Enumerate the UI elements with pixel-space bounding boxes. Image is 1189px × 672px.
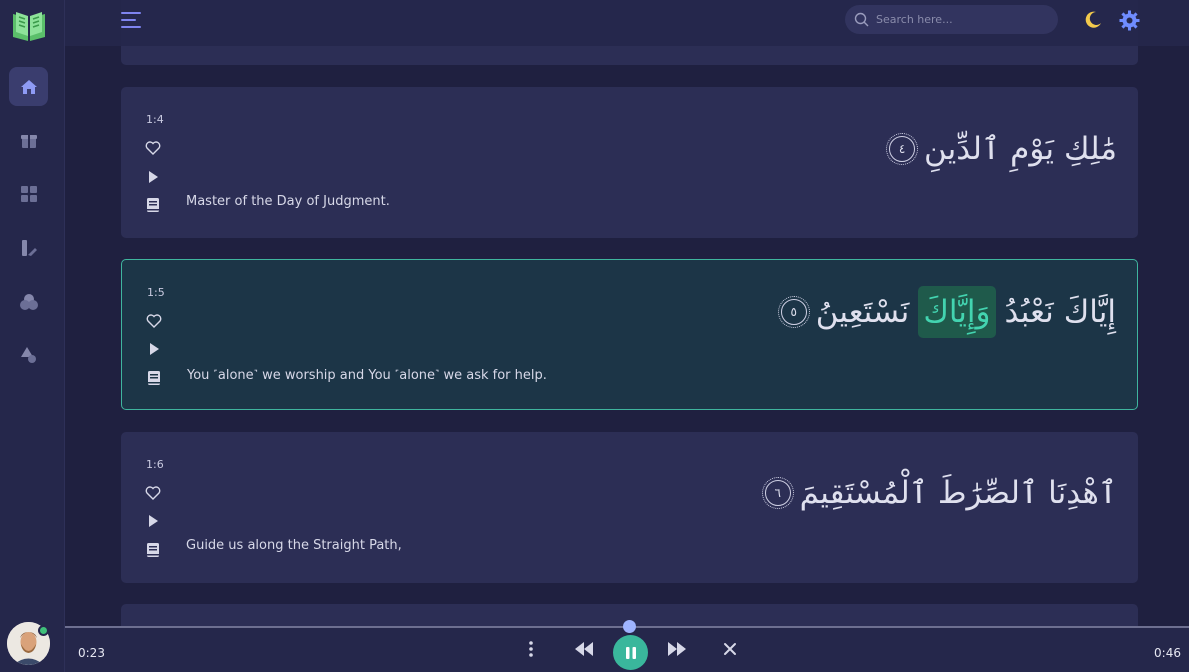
- arabic-word-highlighted[interactable]: وَإِيَّاكَ: [918, 286, 996, 338]
- search-box[interactable]: [845, 5, 1058, 34]
- verse-end-marker: ٦: [761, 477, 794, 509]
- arabic-word[interactable]: ٱهْدِنَا: [1047, 475, 1118, 511]
- circles-icon: [19, 293, 38, 310]
- fast-forward-icon[interactable]: [666, 639, 688, 659]
- palette-icon: [21, 239, 37, 256]
- search-icon: [854, 12, 869, 27]
- more-options-icon[interactable]: [523, 639, 539, 659]
- close-icon[interactable]: [722, 639, 738, 659]
- sidebar-item-design[interactable]: [9, 228, 48, 267]
- sidebar-item-dashboard[interactable]: [9, 174, 48, 213]
- menu-icon[interactable]: [121, 10, 143, 30]
- sidebar-item-layers[interactable]: [9, 282, 48, 321]
- tafsir-book-icon[interactable]: [144, 541, 162, 559]
- verse-card-active: 1:5 You ˹alone˺ we worship and You ˹alon…: [121, 259, 1138, 410]
- play-icon[interactable]: [145, 340, 163, 358]
- play-icon[interactable]: [144, 512, 162, 530]
- verse-arabic: إِيَّاكَ نَعْبُدُ وَإِيَّاكَ نَسْتَعِينُ…: [777, 286, 1117, 338]
- verse-translation: You ˹alone˺ we worship and You ˹alone˺ w…: [187, 368, 547, 383]
- arabic-word[interactable]: مَٰلِكِ: [1063, 131, 1118, 167]
- verse-number: 1:4: [146, 113, 164, 126]
- moon-icon[interactable]: [1083, 10, 1103, 30]
- book-logo-icon[interactable]: [10, 9, 48, 43]
- gear-icon[interactable]: [1119, 10, 1140, 31]
- rewind-icon[interactable]: [573, 639, 595, 659]
- shapes-icon: [20, 346, 36, 363]
- heart-icon[interactable]: [145, 312, 163, 330]
- verse-card: 1:6 Guide us along the Straight Path, ٱه…: [121, 432, 1138, 583]
- heart-icon[interactable]: [144, 484, 162, 502]
- online-status-dot: [38, 625, 49, 636]
- arabic-word[interactable]: نَعْبُدُ: [1004, 294, 1055, 330]
- current-time: 0:23: [78, 646, 105, 660]
- total-time: 0:46: [1154, 646, 1181, 660]
- top-bar: [65, 0, 1189, 46]
- verse-end-marker: ٤: [886, 133, 919, 165]
- verse-translation: Master of the Day of Judgment.: [186, 194, 390, 209]
- arabic-word[interactable]: ٱلدِّينِ: [923, 131, 1001, 167]
- pause-button[interactable]: [613, 635, 648, 670]
- play-icon[interactable]: [144, 168, 162, 186]
- pause-icon: [625, 646, 636, 659]
- sidebar-item-home[interactable]: [9, 67, 48, 106]
- sidebar-item-shapes[interactable]: [9, 335, 48, 374]
- verse-number: 1:5: [147, 286, 165, 299]
- verse-arabic: مَٰلِكِ يَوْمِ ٱلدِّينِ ٤: [886, 131, 1118, 167]
- tafsir-book-icon[interactable]: [144, 196, 162, 214]
- verse-translation: Guide us along the Straight Path,: [186, 538, 402, 553]
- verse-arabic: ٱهْدِنَا ٱلصِّرَٰطَ ٱلْمُسْتَقِيمَ ٦: [761, 475, 1118, 511]
- search-input[interactable]: [876, 13, 1046, 26]
- progress-slider-thumb[interactable]: [623, 620, 636, 633]
- grid-icon: [20, 185, 37, 202]
- arabic-word[interactable]: ٱلصِّرَٰطَ: [937, 475, 1039, 511]
- arabic-word[interactable]: ٱلْمُسْتَقِيمَ: [799, 475, 929, 511]
- verse-number: 1:6: [146, 458, 164, 471]
- gift-icon: [20, 134, 37, 148]
- sidebar: [0, 0, 65, 672]
- arabic-word[interactable]: يَوْمِ: [1009, 131, 1055, 167]
- verse-card: 1:4 Master of the Day of Judgment. مَٰلِ…: [121, 87, 1138, 238]
- arabic-word[interactable]: إِيَّاكَ: [1063, 294, 1117, 330]
- heart-icon[interactable]: [144, 139, 162, 157]
- verse-end-marker: ٥: [777, 296, 810, 328]
- audio-player: 0:23 0:46: [65, 620, 1189, 672]
- sidebar-item-gifts[interactable]: [9, 120, 48, 159]
- arabic-word[interactable]: نَسْتَعِينُ: [815, 294, 911, 330]
- tafsir-book-icon[interactable]: [145, 369, 163, 387]
- home-icon: [20, 79, 37, 94]
